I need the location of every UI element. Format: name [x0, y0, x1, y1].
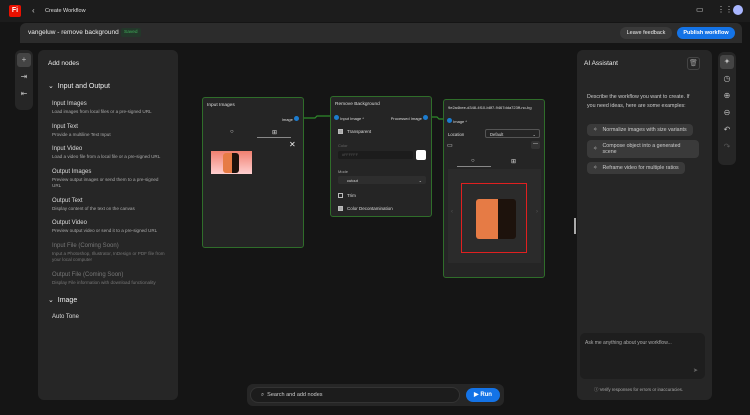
right-toolbar: ✦ ◷ ⊕ ⊖ ↶ ↷ [718, 52, 736, 165]
node-output-images[interactable]: 9e2a4bee-d348-4f10-b8f7-9467dda723ff-no-… [443, 99, 545, 278]
port-dot[interactable] [447, 118, 452, 123]
folder-icon[interactable]: ▭ [447, 142, 453, 149]
node-remove-background[interactable]: Remove Background Input Image * Processe… [330, 96, 432, 217]
example-label: Normalize images with size variants [602, 127, 687, 133]
node-input-images[interactable]: Input Images Image ○ ⊞ ✕ [202, 97, 304, 248]
grid-view-icon[interactable]: ⊞ [511, 158, 516, 165]
panel-resize-handle[interactable] [574, 218, 576, 234]
node-title: Input Images [207, 103, 235, 108]
port-dot[interactable] [423, 115, 428, 120]
checkbox-label: Trim [347, 193, 356, 198]
node-title: 9e2a4bee-d348-4f10-b8f7-9467dda723ff-no-… [448, 105, 532, 110]
output-port[interactable]: Processed Image [391, 115, 428, 121]
port-dot[interactable] [294, 116, 299, 121]
preview-area: ‹ › [448, 169, 541, 263]
single-view-icon[interactable]: ○ [471, 158, 475, 164]
disclaimer-text: Verify responses for errors or inaccurac… [599, 387, 684, 392]
search-placeholder: Search and add nodes [267, 392, 323, 398]
ai-assistant-panel: AI Assistant 🗑 Describe the workflow you… [577, 50, 712, 400]
color-swatch[interactable] [416, 150, 426, 160]
mode-select[interactable]: cutout ⌄ [338, 176, 426, 184]
ai-disclaimer: ⓘ Verify responses for errors or inaccur… [594, 387, 683, 393]
tab-indicator [457, 166, 491, 167]
zoom-out-icon[interactable]: ⊖ [720, 106, 734, 120]
ai-chat-icon[interactable]: ✦ [720, 55, 734, 69]
example-label: Compose object into a generated scene [602, 143, 681, 155]
tab-indicator [257, 137, 291, 138]
port-label: Image * [453, 119, 467, 124]
sparkle-icon: ✧ [593, 165, 598, 171]
send-icon[interactable]: ➤ [693, 367, 698, 374]
location-label: Location [448, 132, 465, 137]
input-port[interactable]: Image * [447, 118, 467, 124]
input-port[interactable]: Input Image * [334, 115, 364, 121]
play-icon: ▶ [474, 392, 479, 398]
info-icon: ⓘ [594, 387, 599, 392]
sparkle-icon: ✧ [593, 127, 598, 133]
transparent-checkbox[interactable]: Transparent [338, 129, 372, 135]
example-label: Reframe video for multiple ratios [602, 165, 679, 171]
run-button[interactable]: ▶ Run [466, 388, 500, 402]
selected-image[interactable] [461, 183, 527, 253]
port-label: Image [281, 117, 293, 122]
chevron-down-icon: ⌄ [532, 132, 536, 137]
example-prompt[interactable]: ✧ Compose object into a generated scene [587, 140, 699, 158]
color-label: Color [338, 143, 348, 148]
bottom-bar: ⌕ Search and add nodes ▶ Run [247, 384, 504, 406]
port-label: Input Image * [340, 116, 364, 121]
more-icon[interactable]: — [531, 141, 540, 149]
port-dot[interactable] [334, 115, 339, 120]
single-view-icon[interactable]: ○ [230, 129, 234, 135]
ai-input-placeholder: Ask me anything about your workflow... [585, 340, 672, 346]
checkbox[interactable] [338, 129, 343, 135]
mode-value: cutout [347, 178, 358, 183]
thumbnail[interactable] [211, 151, 252, 174]
color-input[interactable]: #FFFFFF [338, 151, 413, 159]
ai-input[interactable]: Ask me anything about your workflow... ➤ [580, 333, 705, 379]
port-label: Processed Image [390, 116, 422, 121]
mode-label: Mode [338, 169, 349, 174]
trash-icon[interactable]: 🗑 [687, 57, 700, 70]
ai-title: AI Assistant [584, 60, 618, 67]
sparkle-icon: ✧ [593, 146, 598, 152]
connection-line [300, 115, 334, 119]
node-title: Remove Background [335, 102, 380, 107]
output-port[interactable]: Image [282, 116, 299, 122]
location-select[interactable]: Default ⌄ [485, 129, 540, 138]
checkbox-label: Color Decontamination [347, 206, 393, 211]
run-label: Run [480, 392, 492, 398]
ai-intro: Describe the workflow you want to create… [587, 94, 690, 109]
next-icon[interactable]: › [536, 209, 538, 215]
redo-icon[interactable]: ↷ [720, 140, 734, 154]
close-icon[interactable]: ✕ [289, 140, 296, 149]
example-prompt[interactable]: ✧ Normalize images with size variants [587, 124, 693, 136]
zoom-in-icon[interactable]: ⊕ [720, 89, 734, 103]
example-prompt[interactable]: ✧ Reframe video for multiple ratios [587, 162, 685, 174]
color-decontamination-checkbox[interactable]: Color Decontamination [338, 206, 393, 212]
checkbox[interactable] [338, 193, 343, 199]
prev-icon[interactable]: ‹ [451, 209, 453, 215]
location-value: Default [490, 132, 504, 137]
undo-icon[interactable]: ↶ [720, 123, 734, 137]
grid-view-icon[interactable]: ⊞ [272, 129, 277, 136]
trim-checkbox[interactable]: Trim [338, 193, 356, 199]
chevron-down-icon: ⌄ [418, 178, 422, 183]
checkbox-label: Transparent [347, 129, 372, 134]
checkbox[interactable] [338, 206, 343, 212]
search-icon: ⌕ [261, 392, 265, 398]
history-icon[interactable]: ◷ [720, 72, 734, 86]
search-nodes-input[interactable]: ⌕ Search and add nodes [250, 387, 460, 403]
